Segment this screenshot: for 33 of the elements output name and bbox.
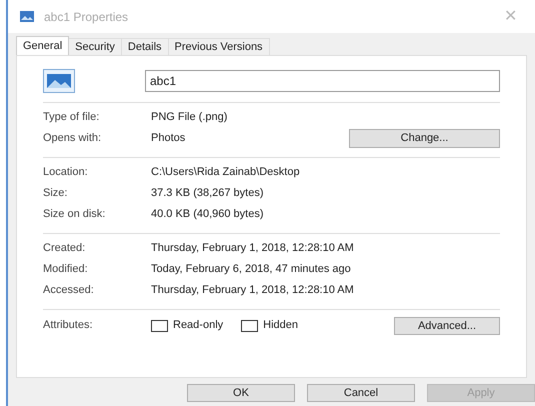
tab[interactable]: Security: [69, 38, 122, 55]
advanced-button[interactable]: Advanced...: [394, 316, 500, 334]
field-label: Type of file:: [43, 110, 100, 126]
field-label: Modified:: [43, 262, 89, 278]
image-file-icon: [43, 69, 75, 93]
field-label: Size:: [43, 186, 68, 202]
tab[interactable]: Details: [122, 38, 169, 55]
field-value: Thursday, February 1, 2018, 12:28:10 AM: [151, 241, 355, 256]
field-label: Accessed:: [43, 283, 95, 298]
file-name-field[interactable]: abc1: [145, 70, 500, 92]
field-value: C:\Users\Rida Zainab\Desktop: [151, 165, 301, 180]
field-label: Location:: [43, 165, 89, 180]
checkbox-label: Read-only: [173, 318, 224, 334]
field-value: PNG File (.png): [151, 110, 228, 126]
field-value: 40.0 KB (40,960 bytes): [151, 207, 265, 222]
change-button[interactable]: Change...: [349, 129, 500, 148]
dialog-button[interactable]: OK: [187, 384, 295, 402]
field-label: Size on disk:: [43, 207, 106, 222]
field-value: 37.3 KB (38,267 bytes): [151, 186, 265, 202]
checkbox[interactable]: [241, 320, 258, 332]
tab[interactable]: General: [16, 36, 70, 55]
dialog-button[interactable]: Cancel: [307, 384, 415, 402]
field-value: Thursday, February 1, 2018, 12:28:10 AM: [151, 283, 355, 298]
tab[interactable]: Previous Versions: [168, 38, 270, 55]
checkbox-label: Hidden: [263, 318, 298, 334]
window-title: abc1 Properties: [44, 8, 128, 26]
field-label: Opens with:: [43, 131, 102, 146]
app-icon: [20, 11, 34, 22]
field-value: Photos: [151, 131, 186, 146]
field-label: Attributes:: [43, 318, 94, 334]
field-value: Today, February 6, 2018, 47 minutes ago: [151, 262, 352, 278]
field-label: Created:: [43, 241, 86, 256]
checkbox[interactable]: [151, 320, 168, 332]
